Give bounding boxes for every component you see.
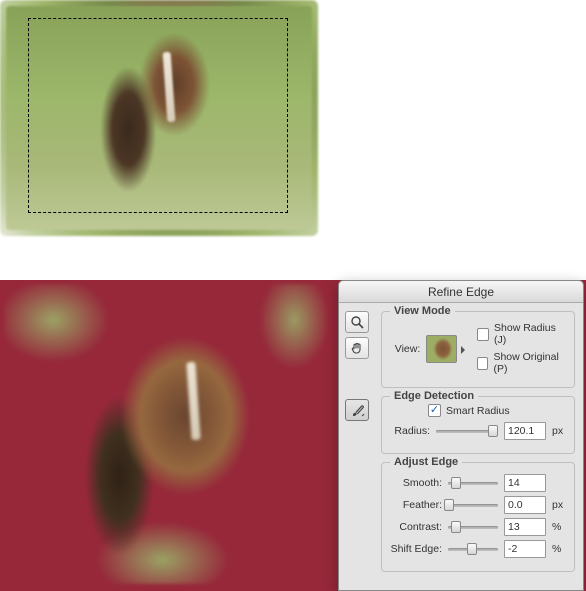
feather-slider[interactable]	[448, 498, 498, 512]
radius-slider[interactable]	[436, 424, 498, 438]
view-mode-group: View Mode View: Show Radius (J) Show Ori…	[381, 311, 575, 388]
feather-label: Feather:	[390, 499, 442, 511]
photo-horse-bottom	[4, 284, 334, 584]
smart-radius-checkbox[interactable]: ✓	[428, 404, 441, 417]
hand-icon	[350, 341, 364, 355]
show-original-checkbox[interactable]	[477, 357, 489, 370]
show-radius-label: Show Radius (J)	[494, 322, 566, 346]
contrast-unit: %	[552, 521, 566, 533]
rectangular-marquee[interactable]	[28, 18, 288, 213]
radius-unit: px	[552, 425, 566, 437]
view-label: View:	[390, 343, 420, 355]
shift-edge-input[interactable]: -2	[504, 540, 546, 558]
shift-edge-label: Shift Edge:	[390, 543, 442, 555]
radius-input[interactable]: 120.1	[504, 422, 546, 440]
shift-edge-slider[interactable]	[448, 542, 498, 556]
edge-detection-group: Edge Detection ✓ Smart Radius Radius: 12…	[381, 396, 575, 454]
smooth-input[interactable]: 14	[504, 474, 546, 492]
view-mode-dropdown[interactable]	[426, 335, 456, 363]
smart-radius-label: Smart Radius	[446, 405, 510, 417]
contrast-label: Contrast:	[390, 521, 442, 533]
edge-detection-legend: Edge Detection	[390, 390, 478, 402]
adjust-edge-group: Adjust Edge Smooth: 14 Feather: 0.0 px	[381, 462, 575, 572]
refine-edge-panel: Refine Edge	[338, 280, 584, 591]
smooth-label: Smooth:	[390, 477, 442, 489]
zoom-tool-button[interactable]	[345, 311, 369, 333]
contrast-slider[interactable]	[448, 520, 498, 534]
show-radius-checkbox[interactable]	[477, 328, 489, 341]
show-original-label: Show Original (P)	[493, 351, 566, 375]
view-mode-legend: View Mode	[390, 305, 455, 317]
brush-icon	[350, 403, 365, 418]
refine-radius-brush-button[interactable]	[345, 399, 369, 421]
canvas-top	[0, 0, 318, 236]
adjust-edge-legend: Adjust Edge	[390, 456, 462, 468]
shift-edge-unit: %	[552, 543, 566, 555]
radius-label: Radius:	[390, 425, 430, 437]
feather-input[interactable]: 0.0	[504, 496, 546, 514]
feather-unit: px	[552, 499, 566, 511]
panel-title: Refine Edge	[339, 281, 583, 303]
smooth-slider[interactable]	[448, 476, 498, 490]
magnifier-icon	[350, 315, 364, 329]
contrast-input[interactable]: 13	[504, 518, 546, 536]
hand-tool-button[interactable]	[345, 337, 369, 359]
